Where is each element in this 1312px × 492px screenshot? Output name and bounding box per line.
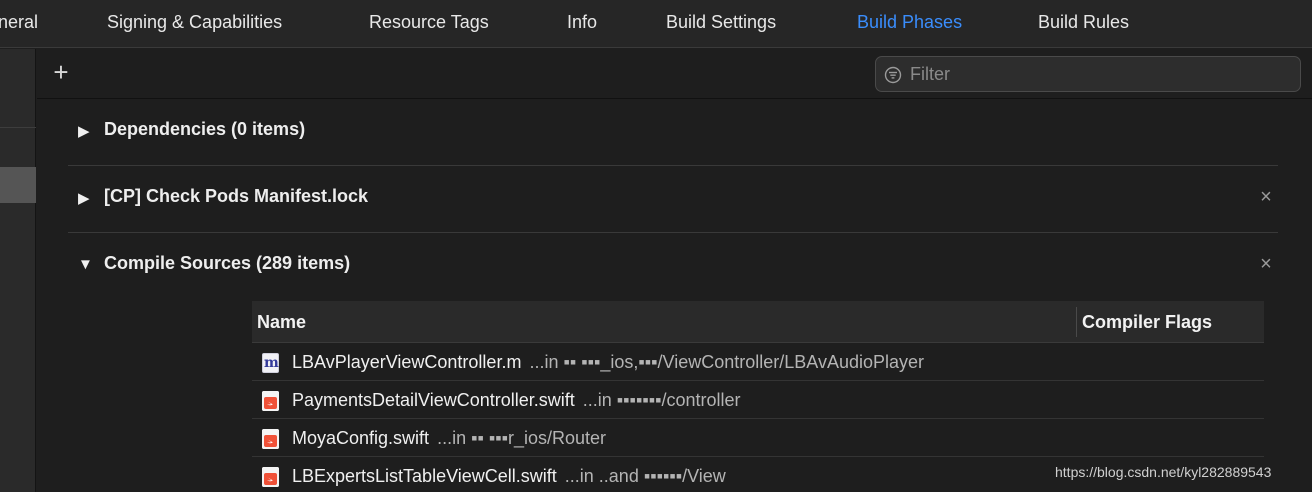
table-row[interactable]: m LBAvPlayerViewController.m ...in ▪▪ ▪▪▪… bbox=[252, 343, 1264, 381]
build-phases-toolbar: + bbox=[37, 49, 1312, 99]
phase-compile-sources[interactable]: ▼ Compile Sources (289 items) × bbox=[68, 233, 1278, 301]
editor-tab-bar: neral Signing & Capabilities Resource Ta… bbox=[0, 0, 1312, 48]
filter-icon bbox=[884, 66, 902, 84]
plus-icon[interactable]: + bbox=[49, 57, 73, 87]
file-name: PaymentsDetailViewController.swift bbox=[292, 390, 575, 410]
tab-build-rules[interactable]: Build Rules bbox=[1038, 12, 1129, 33]
tab-signing-capabilities[interactable]: Signing & Capabilities bbox=[107, 12, 282, 33]
disclosure-collapsed-icon[interactable]: ▶ bbox=[78, 189, 90, 207]
column-divider[interactable] bbox=[1076, 307, 1077, 337]
phase-title: Dependencies (0 items) bbox=[104, 119, 306, 139]
tab-build-phases[interactable]: Build Phases bbox=[857, 12, 962, 33]
disclosure-collapsed-icon[interactable]: ▶ bbox=[78, 122, 90, 140]
file-name: LBExpertsListTableViewCell.swift bbox=[292, 466, 557, 486]
sidebar-divider bbox=[0, 127, 36, 128]
table-row[interactable]: PaymentsDetailViewController.swift ...in … bbox=[252, 381, 1264, 419]
sidebar-selected-target[interactable] bbox=[0, 167, 36, 203]
tab-info[interactable]: Info bbox=[567, 12, 597, 33]
file-name: MoyaConfig.swift bbox=[292, 428, 430, 448]
filter-field[interactable] bbox=[875, 56, 1301, 92]
swift-file-icon bbox=[262, 467, 279, 487]
file-path: ...in ▪▪ ▪▪▪_ios,▪▪▪/ViewController/LBAv… bbox=[529, 352, 925, 372]
close-icon[interactable]: × bbox=[1256, 186, 1276, 209]
close-icon[interactable]: × bbox=[1256, 253, 1276, 276]
phase-title: Compile Sources (289 items) bbox=[104, 253, 351, 273]
watermark-text: https://blog.csdn.net/kyl282889543 bbox=[1055, 464, 1272, 480]
swift-file-icon bbox=[262, 429, 279, 449]
column-header-name[interactable]: Name bbox=[257, 312, 306, 333]
tab-build-settings[interactable]: Build Settings bbox=[666, 12, 776, 33]
column-header-compiler-flags[interactable]: Compiler Flags bbox=[1082, 312, 1212, 333]
phase-dependencies[interactable]: ▶ Dependencies (0 items) bbox=[68, 99, 1278, 166]
phase-check-pods-manifest[interactable]: ▶ [CP] Check Pods Manifest.lock × bbox=[68, 166, 1278, 233]
filter-input[interactable] bbox=[910, 60, 1290, 88]
objc-file-icon: m bbox=[262, 353, 279, 373]
table-row[interactable]: MoyaConfig.swift ...in ▪▪ ▪▪▪r_ios/Router bbox=[252, 419, 1264, 457]
targets-sidebar bbox=[0, 49, 36, 492]
swift-file-icon bbox=[262, 391, 279, 411]
tab-resource-tags[interactable]: Resource Tags bbox=[369, 12, 489, 33]
disclosure-expanded-icon[interactable]: ▼ bbox=[78, 256, 93, 273]
tab-general[interactable]: neral bbox=[0, 12, 38, 33]
file-path: ...in ..and ▪▪▪▪▪▪/View bbox=[564, 466, 726, 486]
file-path: ...in ▪▪ ▪▪▪r_ios/Router bbox=[437, 428, 607, 448]
table-header: Name Compiler Flags bbox=[252, 301, 1264, 343]
file-path: ...in ▪▪▪▪▪▪▪/controller bbox=[582, 390, 741, 410]
file-name: LBAvPlayerViewController.m bbox=[292, 352, 522, 372]
phase-title: [CP] Check Pods Manifest.lock bbox=[104, 186, 369, 206]
